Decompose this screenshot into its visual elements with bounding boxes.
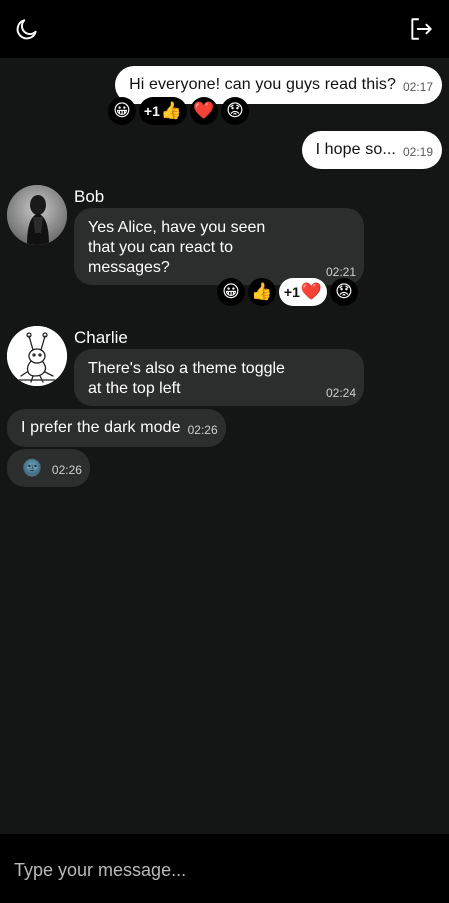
message-time: 02:17 — [402, 79, 433, 94]
heart-icon: ❤️ — [300, 281, 323, 302]
reaction-heart-selected[interactable]: +1 ❤️ — [279, 278, 327, 306]
reaction-bar: 😀 👍 +1 ❤️ 😟 — [217, 278, 358, 306]
thumbs-up-icon: 👍 — [251, 281, 273, 302]
reaction-count: +1 — [283, 284, 300, 300]
reaction-grin[interactable]: 😀 — [217, 278, 245, 306]
message-time: 02:26 — [187, 422, 218, 437]
reaction-thumbs-up[interactable]: 👍 — [248, 278, 276, 306]
grinning-face-icon: 😀 — [222, 281, 240, 302]
logout-icon — [411, 18, 432, 40]
worried-face-icon: 😟 — [335, 281, 353, 302]
message-time: 02:26 — [51, 462, 82, 477]
logout-button[interactable] — [408, 16, 438, 46]
message-bubble[interactable]: 🌚 02:26 — [7, 449, 90, 487]
bob-avatar-image — [7, 185, 67, 245]
reaction-heart[interactable]: ❤️ — [190, 97, 218, 125]
header — [0, 0, 449, 58]
message-text: I prefer the dark mode — [21, 419, 181, 436]
reaction-worried[interactable]: 😟 — [330, 278, 358, 306]
own-message-bubble[interactable]: I hope so... 02:19 — [301, 131, 442, 169]
message-bubble[interactable]: Yes Alice, have you seen that you can re… — [74, 208, 364, 285]
sender-name: Charlie — [74, 328, 128, 347]
sender-name: Bob — [74, 187, 105, 206]
heart-icon: ❤️ — [193, 100, 215, 121]
worried-face-icon: 😟 — [226, 100, 244, 121]
message-input[interactable] — [14, 856, 434, 884]
message-text: Yes Alice, have you seen that you can re… — [88, 219, 266, 276]
message-time: 02:19 — [402, 144, 433, 159]
message-text: Hi everyone! can you guys read this? — [129, 76, 396, 93]
message-text: I hope so... — [315, 141, 396, 158]
message-time: 02:24 — [325, 386, 356, 400]
message-list[interactable]: Hi everyone! can you guys read this? 02:… — [0, 58, 449, 834]
reaction-worried[interactable]: 😟 — [221, 97, 249, 125]
new-moon-face-icon: 🌚 — [22, 458, 42, 477]
reaction-thumbs-up[interactable]: +1 👍 — [139, 97, 187, 125]
avatar-bob[interactable] — [7, 185, 67, 245]
reaction-grin[interactable]: 😀 — [108, 97, 136, 125]
moon-icon — [16, 19, 37, 40]
message-time: 02:21 — [325, 265, 356, 279]
grinning-face-icon: 😀 — [113, 100, 131, 121]
reaction-count: +1 — [143, 103, 160, 119]
composer — [0, 834, 449, 903]
theme-toggle-button[interactable] — [14, 16, 44, 46]
avatar-charlie[interactable] — [7, 326, 67, 386]
thumbs-up-icon: 👍 — [160, 100, 183, 121]
reaction-bar: 😀 +1 👍 ❤️ 😟 — [108, 97, 249, 125]
message-bubble[interactable]: I prefer the dark mode 02:26 — [7, 409, 226, 447]
message-bubble[interactable]: There's also a theme toggle at the top l… — [74, 349, 364, 406]
charlie-avatar-image — [7, 326, 67, 386]
message-text: There's also a theme toggle at the top l… — [88, 360, 285, 397]
